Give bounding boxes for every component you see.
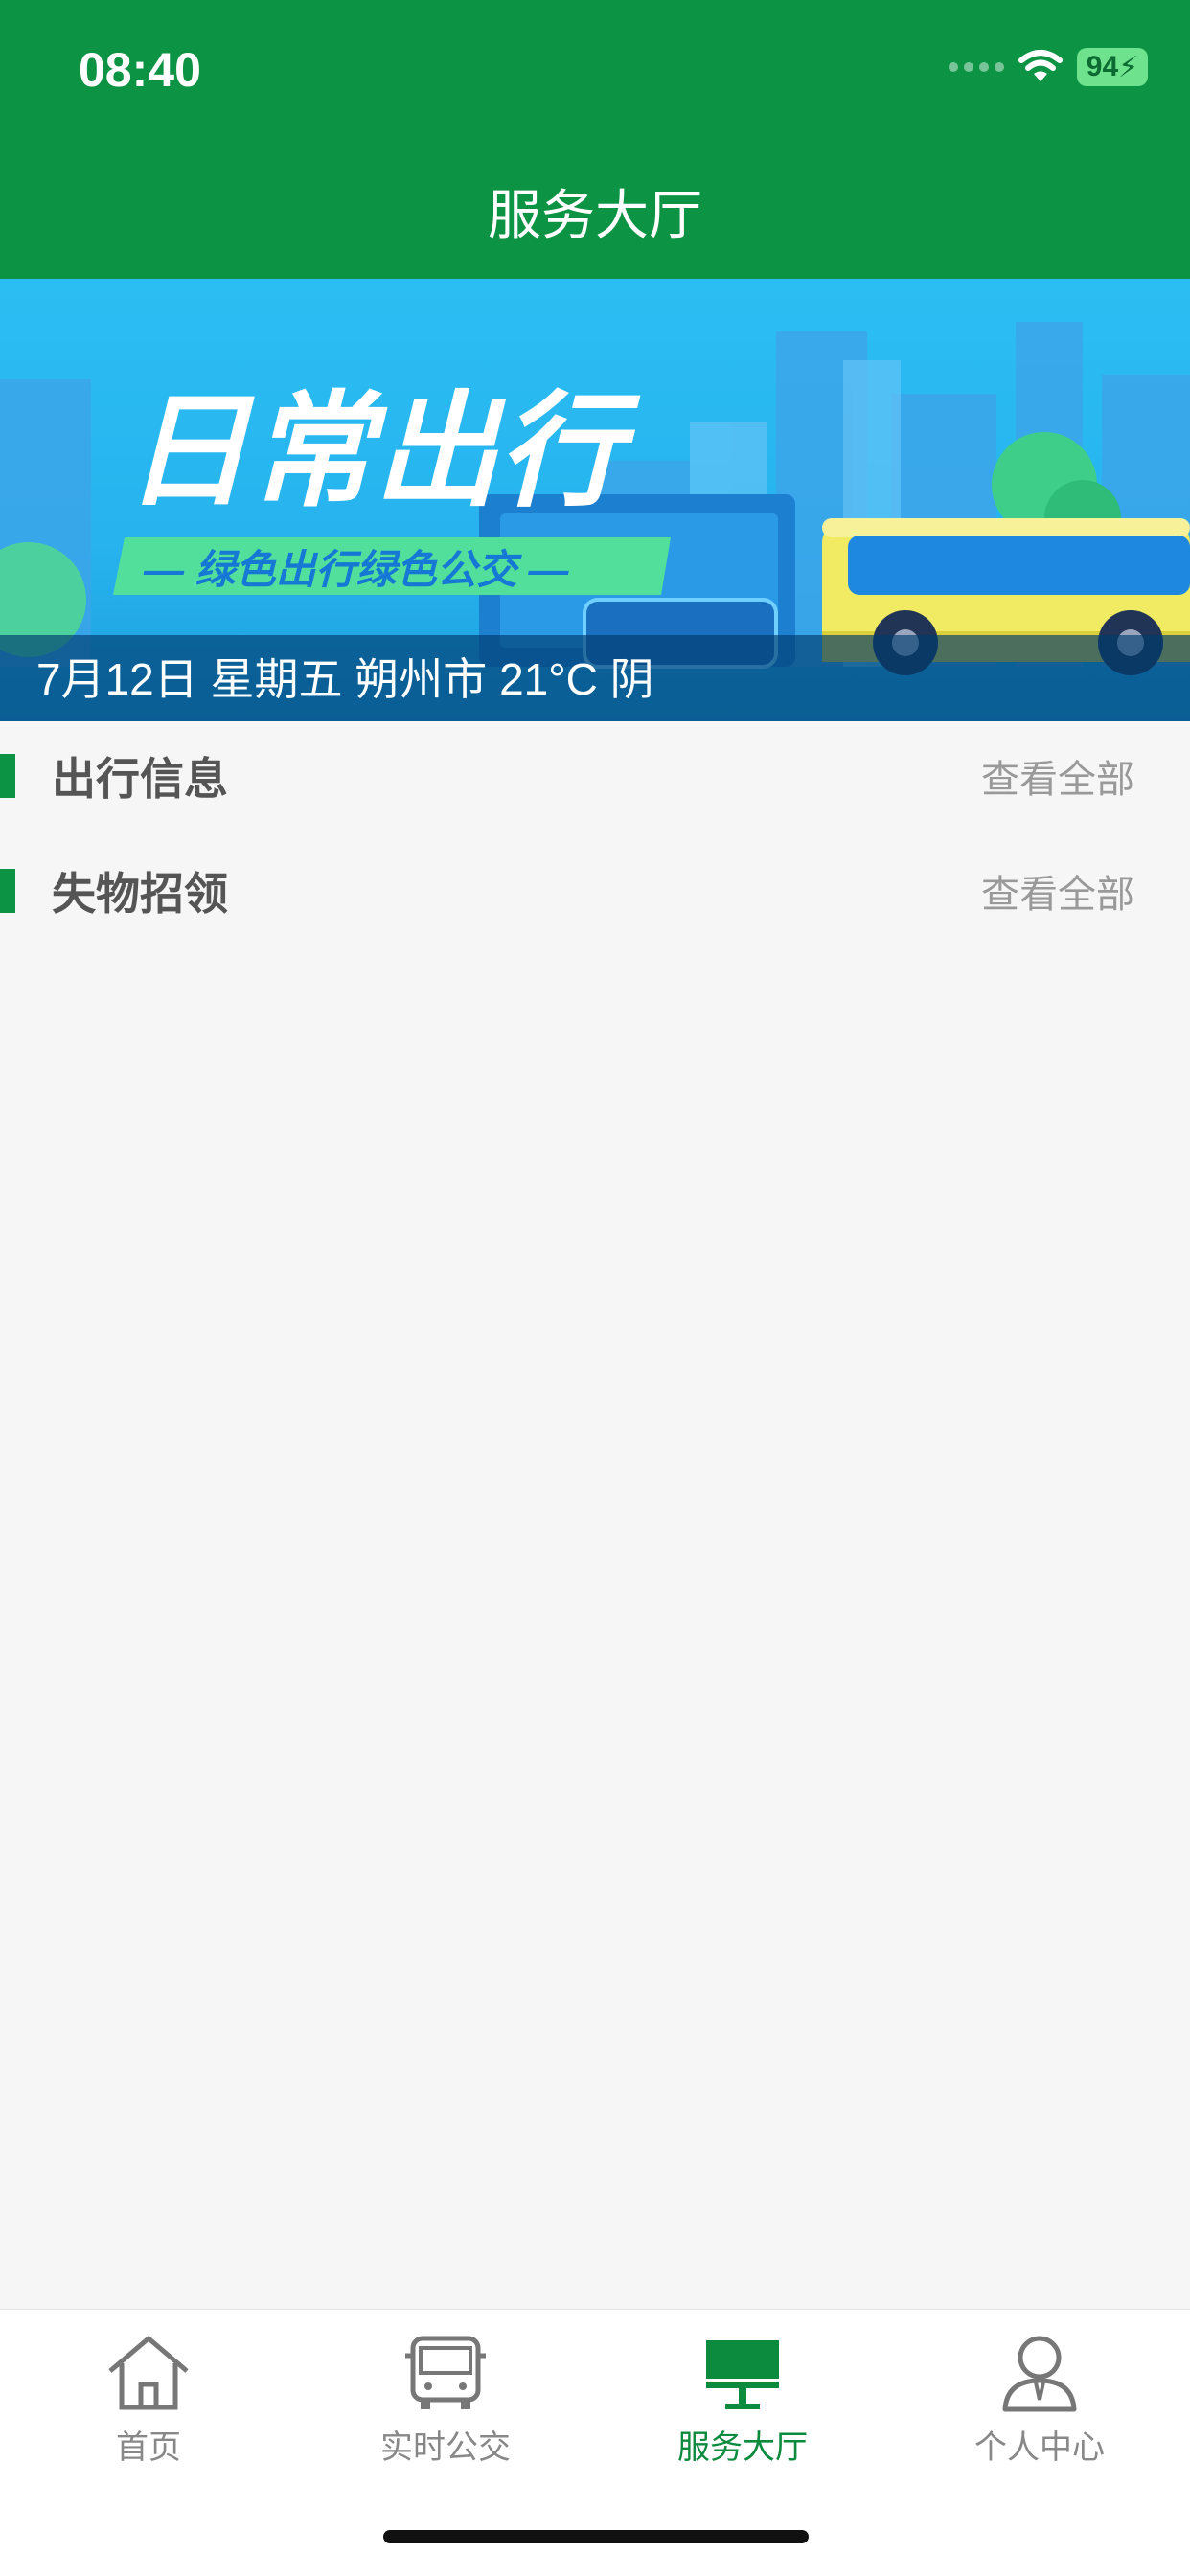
status-indicators: 94 ⚡ xyxy=(949,48,1148,86)
person-icon xyxy=(1002,2336,1077,2412)
section-travel-info: 出行信息 查看全部 xyxy=(0,733,1190,819)
view-all-link[interactable]: 查看全部 xyxy=(981,863,1134,919)
section-title: 出行信息 xyxy=(52,754,228,804)
home-indicator xyxy=(383,2530,809,2543)
tab-profile[interactable]: 个人中心 xyxy=(891,2333,1188,2468)
tab-realtime-bus[interactable]: 实时公交 xyxy=(297,2333,594,2468)
banner-slogan: — 绿色出行绿色公交 — xyxy=(143,547,569,592)
cellular-signal-icon xyxy=(949,62,1004,72)
view-all-link[interactable]: 查看全部 xyxy=(981,748,1134,804)
wifi-icon xyxy=(1018,50,1063,81)
tab-label: 服务大厅 xyxy=(677,2429,808,2466)
tab-service-hall[interactable]: 服务大厅 xyxy=(594,2333,891,2468)
tab-label: 首页 xyxy=(116,2429,181,2466)
section-marker xyxy=(0,869,15,913)
section-title: 失物招领 xyxy=(52,869,228,919)
weather-date-caption: 7月12日 星期五 朔州市 21°C 阴 xyxy=(36,654,654,704)
home-icon xyxy=(108,2336,189,2410)
battery-indicator: 94 ⚡ xyxy=(1077,48,1148,86)
tab-label: 个人中心 xyxy=(974,2429,1105,2466)
service-hall-icon xyxy=(706,2340,779,2409)
status-time: 08:40 xyxy=(79,43,201,97)
banner[interactable]: 日常出行 — 绿色出行绿色公交 — 7月12日 星期五 朔州市 21°C 阴 xyxy=(0,279,1190,721)
page-title: 服务大厅 xyxy=(488,185,702,245)
tab-label: 实时公交 xyxy=(380,2429,511,2466)
tab-home[interactable]: 首页 xyxy=(0,2333,297,2468)
header-bar: 08:40 94 ⚡ 服务大厅 xyxy=(0,0,1190,279)
banner-headline: 日常出行 xyxy=(125,381,641,521)
charging-bolt-icon: ⚡ xyxy=(1118,51,1139,83)
battery-level: 94 xyxy=(1086,51,1119,82)
bus-icon xyxy=(405,2336,486,2409)
section-marker xyxy=(0,754,15,798)
section-lost-and-found: 失物招领 查看全部 xyxy=(0,848,1190,934)
